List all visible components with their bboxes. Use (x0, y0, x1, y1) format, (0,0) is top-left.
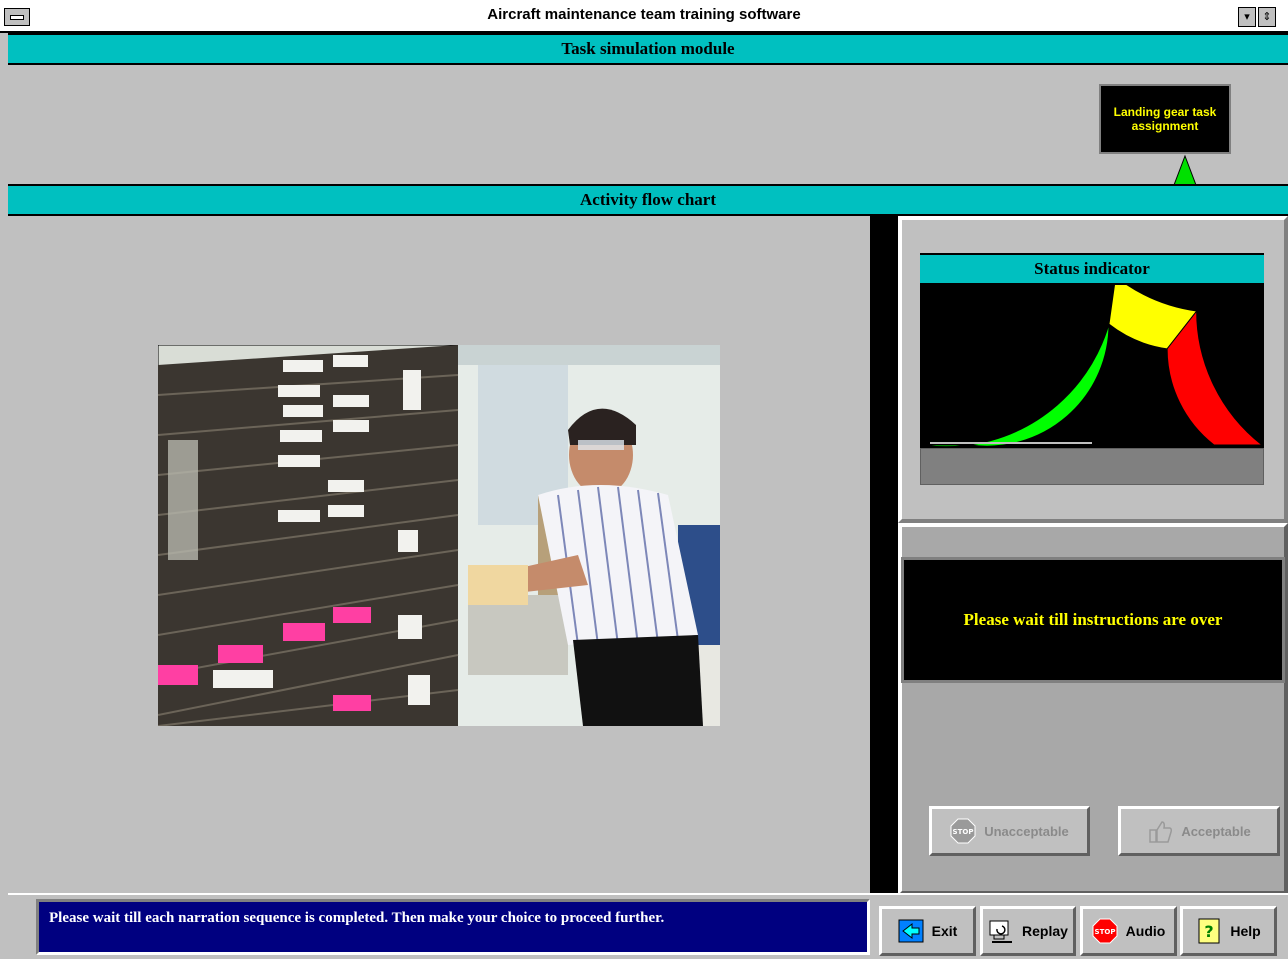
stop-icon: STOP (1092, 918, 1118, 944)
unacceptable-button[interactable]: STOP Unacceptable (929, 806, 1090, 856)
status-readout (920, 448, 1264, 485)
help-button[interactable]: ? Help (1180, 906, 1277, 956)
window-title: Aircraft maintenance team training softw… (487, 6, 801, 23)
acceptable-button[interactable]: Acceptable (1118, 806, 1280, 856)
instructions-message: Please wait till instructions are over (963, 610, 1223, 629)
maintenance-photo (158, 345, 720, 726)
exit-button[interactable]: Exit (879, 906, 976, 956)
stop-icon: STOP (950, 818, 976, 844)
minimize-icon[interactable]: ▾ (1238, 7, 1256, 27)
replay-button[interactable]: Replay (980, 906, 1076, 956)
flowchart-title-bar: Activity flow chart (8, 184, 1288, 216)
flowchart-title: Activity flow chart (580, 190, 716, 209)
module-title-bar: Task simulation module (8, 33, 1288, 65)
thumbs-up-icon (1147, 818, 1173, 844)
svg-text:STOP: STOP (1094, 928, 1115, 936)
task-pointer-icon (1173, 154, 1197, 186)
panel-separator (870, 216, 898, 895)
exit-icon (898, 918, 924, 944)
task-box-label: Landing gear task assignment (1113, 105, 1217, 133)
narration-box: Please wait till each narration sequence… (36, 899, 870, 955)
status-title-bar: Status indicator (920, 253, 1264, 285)
svg-text:?: ? (1205, 922, 1214, 941)
replay-icon (988, 918, 1014, 944)
audio-button[interactable]: STOP Audio (1080, 906, 1177, 956)
module-title: Task simulation module (561, 39, 735, 58)
narration-text: Please wait till each narration sequence… (49, 910, 665, 926)
help-icon: ? (1196, 918, 1222, 944)
svg-text:STOP: STOP (953, 828, 974, 836)
status-title: Status indicator (1034, 259, 1150, 278)
instructions-box: Please wait till instructions are over (901, 557, 1285, 683)
landing-gear-task-box[interactable]: Landing gear task assignment (1099, 84, 1231, 154)
title-bar: Aircraft maintenance team training softw… (0, 0, 1288, 33)
status-gauge (920, 275, 1264, 448)
restore-icon[interactable]: ⇕ (1258, 7, 1276, 27)
